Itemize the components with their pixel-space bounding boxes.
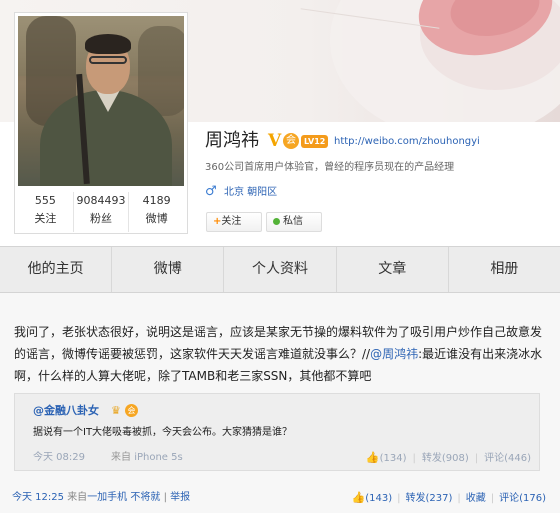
- tab-articles[interactable]: 文章: [337, 247, 449, 292]
- post-meta: 今天 12:25 来自一加手机 不将就 | 举报: [12, 492, 191, 503]
- crown-icon: ♛: [111, 404, 121, 417]
- vip-icon[interactable]: 会: [125, 404, 138, 417]
- like-button[interactable]: 👍(143): [351, 491, 393, 504]
- repost-time-link[interactable]: 今天 08:29: [33, 451, 85, 465]
- favorite-button[interactable]: 收藏: [466, 493, 486, 504]
- forward-button[interactable]: 转发(237): [405, 493, 452, 504]
- stat-followers[interactable]: 9084493 粉丝: [74, 192, 130, 232]
- tab-profile-info[interactable]: 个人资料: [224, 247, 337, 292]
- homepage-link[interactable]: http://weibo.com/zhouhongyi: [334, 135, 480, 149]
- post-source-link[interactable]: 一加手机 不将就: [87, 492, 160, 503]
- like-count: (134): [379, 453, 407, 464]
- comment-button[interactable]: 评论(176): [499, 493, 546, 504]
- post-time-link[interactable]: 今天 12:25: [12, 492, 64, 503]
- profile-stats: 555 关注 9084493 粉丝 4189 微博: [18, 192, 184, 232]
- post-actions: 👍(143) | 转发(237) | 收藏 | 评论(176): [351, 491, 547, 504]
- tab-albums[interactable]: 相册: [449, 247, 560, 292]
- like-count: (143): [365, 493, 393, 504]
- verified-icon[interactable]: V: [268, 131, 281, 151]
- repost-author-link[interactable]: @金融八卦女: [33, 404, 99, 418]
- stat-label: 微博: [145, 212, 168, 225]
- profile-tabs: 他的主页 微博 个人资料 文章 相册: [0, 246, 560, 293]
- thumbs-up-icon: 👍: [365, 451, 380, 464]
- repost-source-link[interactable]: iPhone 5s: [134, 452, 183, 463]
- repost-comment-button[interactable]: 评论(446): [484, 453, 531, 464]
- user-name: 周鸿祎: [205, 130, 259, 151]
- source-label: 来自: [111, 452, 131, 463]
- message-button[interactable]: 私信: [266, 212, 322, 232]
- level-badge[interactable]: LV12: [301, 135, 329, 148]
- mention-link[interactable]: @周鸿祎: [370, 347, 418, 361]
- feed-post: 我问了，老张状态很好，说明这是谣言，应该是某家无节操的爆料软件为了吸引用户炒作自…: [0, 293, 560, 513]
- stat-label: 关注: [34, 212, 57, 225]
- message-label: 私信: [283, 216, 303, 227]
- stat-label: 粉丝: [90, 212, 112, 225]
- repost-source: 来自 iPhone 5s: [111, 451, 183, 465]
- user-description: 360公司首席用户体验官，曾经的程序员现在的产品经理: [205, 162, 455, 173]
- repost-text: 据说有一个IT大佬吸毒被抓，今天会公布。大家猜猜是谁？: [33, 427, 293, 438]
- stat-value: 555: [34, 194, 56, 207]
- tab-weibo[interactable]: 微博: [112, 247, 225, 292]
- online-dot-icon: [273, 217, 280, 225]
- thumbs-up-icon: 👍: [351, 491, 366, 504]
- reposted-post: @金融八卦女 ♛ 会 据说有一个IT大佬吸毒被抓，今天会公布。大家猜猜是谁？ 今…: [14, 393, 540, 471]
- follow-label: 关注: [221, 216, 242, 227]
- repost-forward-button[interactable]: 转发(908): [422, 453, 469, 464]
- male-icon: ♂: [205, 184, 217, 199]
- stat-value: 4189: [142, 194, 171, 207]
- avatar[interactable]: [18, 16, 184, 186]
- stat-following[interactable]: 555 关注: [18, 192, 74, 232]
- stat-value: 9084493: [76, 194, 126, 207]
- location-link[interactable]: 北京 朝阳区: [224, 186, 277, 200]
- source-label: 来自: [67, 492, 88, 503]
- stat-posts[interactable]: 4189 微博: [129, 192, 184, 232]
- avatar-card: 555 关注 9084493 粉丝 4189 微博: [14, 12, 188, 234]
- vip-icon[interactable]: 会: [283, 133, 299, 149]
- post-text: 我问了，老张状态很好，说明这是谣言，应该是某家无节操的爆料软件为了吸引用户炒作自…: [14, 321, 544, 387]
- repost-like-button[interactable]: 👍(134): [365, 451, 407, 464]
- tab-home[interactable]: 他的主页: [0, 247, 113, 292]
- report-link[interactable]: 举报: [170, 492, 190, 503]
- follow-button[interactable]: +关注: [206, 212, 262, 232]
- repost-actions: 👍(134) | 转发(908) | 评论(446): [365, 451, 531, 464]
